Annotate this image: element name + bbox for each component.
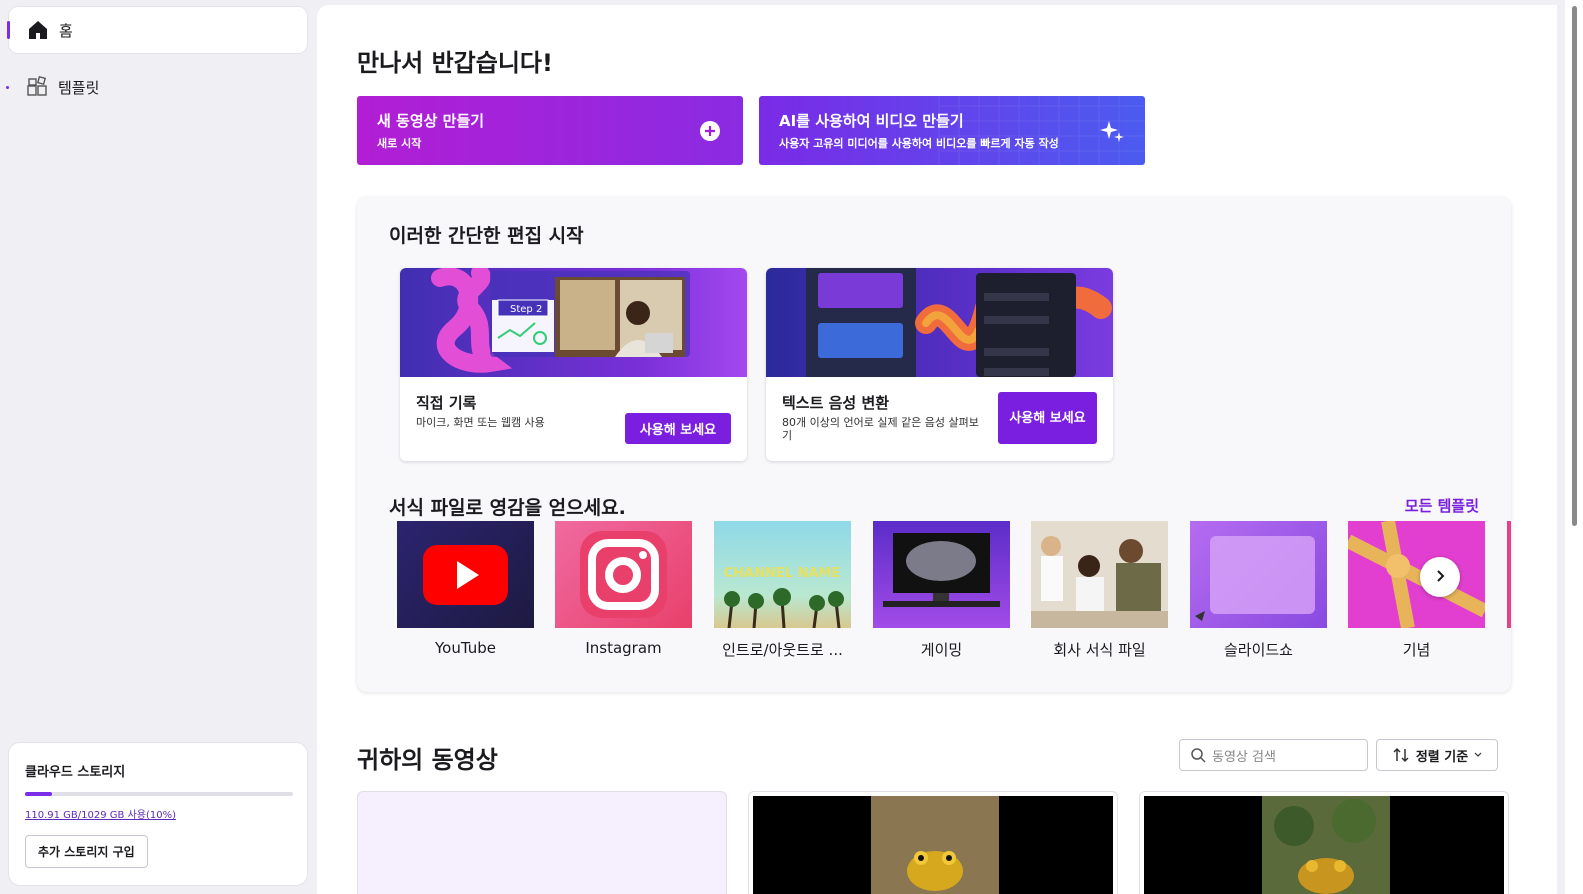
sort-icon [1392, 747, 1410, 763]
video-thumbnail [753, 796, 1113, 894]
tts-card[interactable]: 텍스트 음성 변환 80개 이상의 언어로 실제 같은 음성 살펴보기 사용해 … [766, 268, 1113, 461]
try-tts-button[interactable]: 사용해 보세요 [998, 392, 1097, 444]
scrollbar-thumb[interactable] [1572, 6, 1577, 526]
video-thumbnail [1144, 796, 1504, 894]
storage-panel: 클라우드 스토리지 110.91 GB/1029 GB 사용(10%) 추가 스… [8, 742, 308, 886]
sidebar-item-label: 홈 [59, 21, 73, 40]
template-intro-outro[interactable]: CHANNEL NAME 인트로/아웃트로 ... [714, 521, 851, 660]
record-card[interactable]: Step 2 직접 기록 마이크, 화면 또는 웹캠 사용 사용해 보세요 [400, 268, 747, 461]
card-description: 마이크, 화면 또는 웹캠 사용 [416, 416, 545, 429]
video-search-input[interactable]: 동영상 검색 [1179, 739, 1368, 771]
overlay-text: CHANNEL NAME [724, 566, 841, 581]
chevron-right-icon [1433, 568, 1447, 587]
tts-card-image [766, 268, 1113, 377]
sidebar-item-templates[interactable]: 템플릿 [6, 63, 145, 111]
gift-ribbon-image [1348, 521, 1485, 628]
sort-label: 정렬 기준 [1415, 749, 1469, 765]
template-gaming[interactable]: 게이밍 [873, 521, 1010, 660]
chevron-down-icon [1474, 752, 1482, 758]
video-card[interactable] [357, 791, 727, 894]
storage-progress-fill [25, 792, 52, 796]
template-label: 기념 [1402, 641, 1431, 659]
palm-trees-image: CHANNEL NAME [724, 566, 844, 628]
sidebar-item-home[interactable]: 홈 [7, 6, 308, 54]
template-carousel: YouTube Instagram CHANNEL NAME 인트로/아웃트로 … [397, 521, 1511, 671]
sidebar: 홈 템플릿 클라우드 스토리지 110.91 GB/1029 GB 사용(10%… [0, 0, 316, 894]
video-card[interactable] [748, 791, 1118, 894]
scrollbar[interactable] [1565, 0, 1583, 894]
storage-usage-link[interactable]: 110.91 GB/1029 GB 사용(10%) [25, 806, 291, 821]
celebration-thumbnail [1348, 521, 1485, 628]
storage-progress-bar [25, 792, 293, 796]
youtube-logo-icon [423, 545, 508, 605]
page-title: 만나서 반갑습니다! [357, 49, 553, 77]
lizard-image [871, 796, 999, 894]
templates-icon [26, 76, 48, 98]
all-templates-link[interactable]: 모든 템플릿 [1405, 495, 1479, 516]
quick-edit-title: 이러한 간단한 편집 시작 [389, 225, 584, 247]
gaming-desk-image [883, 533, 1000, 607]
intro-outro-thumbnail: CHANNEL NAME [714, 521, 851, 628]
record-illustration: Step 2 [431, 268, 690, 373]
hero-title: 새 동영상 만들기 [377, 112, 485, 130]
business-people-image [1031, 536, 1168, 628]
template-label: Instagram [585, 639, 662, 657]
carousel-next-button[interactable] [1420, 557, 1460, 597]
sort-button[interactable]: 정렬 기준 [1376, 739, 1498, 771]
hero-subtitle: 새로 시작 [377, 137, 422, 150]
step-badge-text: Step 2 [510, 304, 542, 315]
sidebar-item-label: 템플릿 [58, 78, 100, 97]
storage-title: 클라우드 스토리지 [25, 765, 126, 780]
home-icon [27, 19, 49, 41]
template-label: 게이밍 [920, 641, 963, 659]
template-business[interactable]: 회사 서식 파일 [1031, 521, 1168, 660]
active-indicator [7, 21, 10, 39]
template-label: YouTube [435, 639, 496, 657]
try-record-button[interactable]: 사용해 보세요 [625, 413, 731, 444]
new-video-button[interactable]: 새 동영상 만들기 새로 시작 [357, 96, 743, 165]
templates-section-title: 서식 파일로 영감을 얻으세요. [389, 497, 626, 519]
instagram-logo-icon [580, 531, 667, 618]
search-placeholder: 동영상 검색 [1212, 749, 1276, 765]
partial-thumbnail [1507, 521, 1511, 628]
sparkles-icon [1099, 118, 1125, 144]
card-title: 텍스트 음성 변환 [782, 394, 890, 412]
lizard-terrarium-image [1262, 796, 1390, 894]
your-videos-title: 귀하의 동영상 [357, 746, 498, 774]
video-card[interactable] [1139, 791, 1509, 894]
slideshow-thumbnail [1190, 521, 1327, 628]
template-celebration[interactable]: 기념 [1348, 521, 1485, 660]
tts-illustration [806, 268, 1112, 377]
template-label: 슬라이드쇼 [1223, 641, 1293, 659]
cursor-icon [1195, 611, 1205, 621]
template-next-partial [1507, 521, 1511, 628]
search-icon [1190, 747, 1206, 763]
record-card-image: Step 2 [400, 268, 747, 377]
template-instagram[interactable]: Instagram [555, 521, 692, 657]
template-youtube[interactable]: YouTube [397, 521, 534, 657]
ai-video-button[interactable]: AI를 사용하여 비디오 만들기 사용자 고유의 미디어를 사용하여 비디오를 … [759, 96, 1145, 165]
gaming-thumbnail [873, 521, 1010, 628]
slideshow-image [1195, 536, 1315, 621]
buy-storage-button[interactable]: 추가 스토리지 구입 [25, 835, 148, 868]
indicator-dot [6, 86, 9, 89]
card-description: 80개 이상의 언어로 실제 같은 음성 살펴보기 [782, 416, 979, 442]
template-label: 회사 서식 파일 [1053, 641, 1146, 659]
business-thumbnail [1031, 521, 1168, 628]
template-label: 인트로/아웃트로 ... [722, 641, 843, 659]
youtube-thumbnail [397, 521, 534, 628]
instagram-thumbnail [555, 521, 692, 628]
hero-title: AI를 사용하여 비디오 만들기 [779, 112, 964, 130]
template-slideshow[interactable]: 슬라이드쇼 [1190, 521, 1327, 660]
plus-circle-icon [697, 118, 723, 144]
main-content: 만나서 반갑습니다! 새 동영상 만들기 새로 시작 AI를 사용하여 비디오 … [317, 5, 1557, 894]
hero-subtitle: 사용자 고유의 미디어를 사용하여 비디오를 빠르게 자동 작성 [779, 137, 1059, 150]
quick-start-panel: 이러한 간단한 편집 시작 Step 2 직접 기록 마이크, 화면 또는 웹캠… [357, 197, 1511, 692]
card-title: 직접 기록 [416, 394, 477, 412]
